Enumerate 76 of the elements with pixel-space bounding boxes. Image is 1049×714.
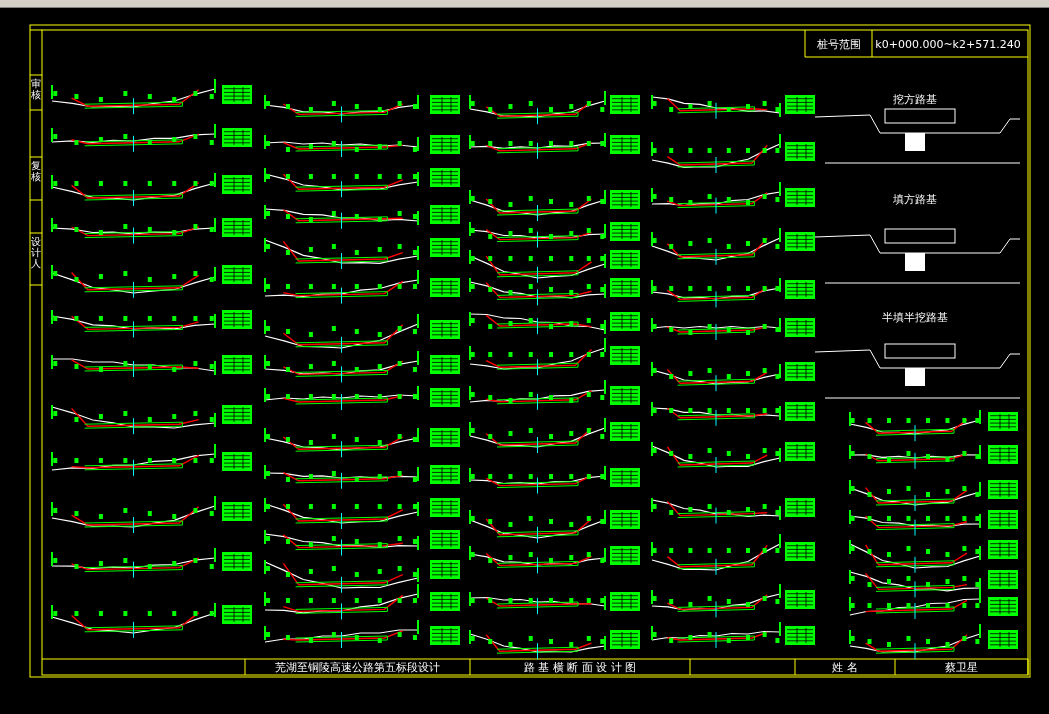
data-table-drawing [610,468,640,487]
station-range-value: k0+000.000~k2+571.240 [874,36,1022,53]
data-table-drawing [610,592,640,611]
data-table-drawing [430,530,460,549]
data-table-drawing [610,346,640,365]
data-table-drawing [222,552,252,571]
data-table-drawing [610,250,640,269]
footer-text: 芜湖至铜陵高速公路第五标段设计 [274,660,441,675]
data-table-drawing [785,232,815,251]
data-table-drawing [222,310,252,329]
data-table-drawing [430,238,460,257]
data-table-drawing [785,542,815,561]
data-table-drawing [430,388,460,407]
data-table-drawing [222,605,252,624]
data-table-drawing [785,95,815,114]
data-table-drawing [610,630,640,649]
data-table-drawing [785,362,815,381]
data-table-drawing [430,355,460,374]
data-table-drawing [610,422,640,441]
data-table-drawing [222,405,252,424]
data-table-drawing [430,168,460,187]
data-table-drawing [430,320,460,339]
data-table-drawing [785,188,815,207]
data-table-drawing [610,312,640,331]
data-table-drawing [988,510,1018,529]
data-table-drawing [785,498,815,517]
footer-text: 蔡卫星 [944,660,979,675]
data-table-drawing [785,402,815,421]
data-table-drawing [430,278,460,297]
data-table-drawing [222,218,252,237]
data-table-drawing [222,85,252,104]
data-table-drawing [430,205,460,224]
data-table-drawing [988,597,1018,616]
data-table-drawing [610,222,640,241]
data-table-drawing [430,626,460,645]
footer-text: 路 基 横 断 面 设 计 图 [522,660,638,675]
data-table-drawing [430,428,460,447]
data-table-drawing [222,502,252,521]
range-label: 桩号范围 [816,36,862,53]
data-table-drawing [222,175,252,194]
data-table-drawing [430,592,460,611]
data-table-drawing [988,540,1018,559]
data-table-drawing [785,626,815,645]
data-table-drawing [988,630,1018,649]
data-table-drawing [430,95,460,114]
section-title: 半填半挖路基 [881,311,949,323]
side-label: 审核 [31,78,41,100]
data-table-drawing [610,510,640,529]
data-table-drawing [988,480,1018,499]
data-table-drawing [785,442,815,461]
data-table-drawing [785,142,815,161]
data-table-drawing [610,190,640,209]
data-table-drawing [430,498,460,517]
data-table-drawing [222,355,252,374]
data-table-drawing [222,128,252,147]
data-table-drawing [610,135,640,154]
section-title: 挖方路基 [892,93,938,105]
data-table-drawing [785,590,815,609]
data-table-drawing [988,445,1018,464]
data-table-drawing [430,465,460,484]
data-table-drawing [610,278,640,297]
data-table-drawing [785,280,815,299]
section-title: 填方路基 [892,193,938,205]
data-table-drawing [988,412,1018,431]
footer-text: 姓 名 [831,660,859,675]
data-table-drawing [610,95,640,114]
side-label: 复核 [31,160,41,182]
side-label: 设计人 [31,236,41,269]
data-table-drawing [430,135,460,154]
data-table-drawing [610,386,640,405]
data-table-drawing [988,570,1018,589]
data-table-drawing [785,318,815,337]
data-table-drawing [222,452,252,471]
data-table-drawing [610,546,640,565]
data-table-drawing [222,265,252,284]
data-table-drawing [430,560,460,579]
